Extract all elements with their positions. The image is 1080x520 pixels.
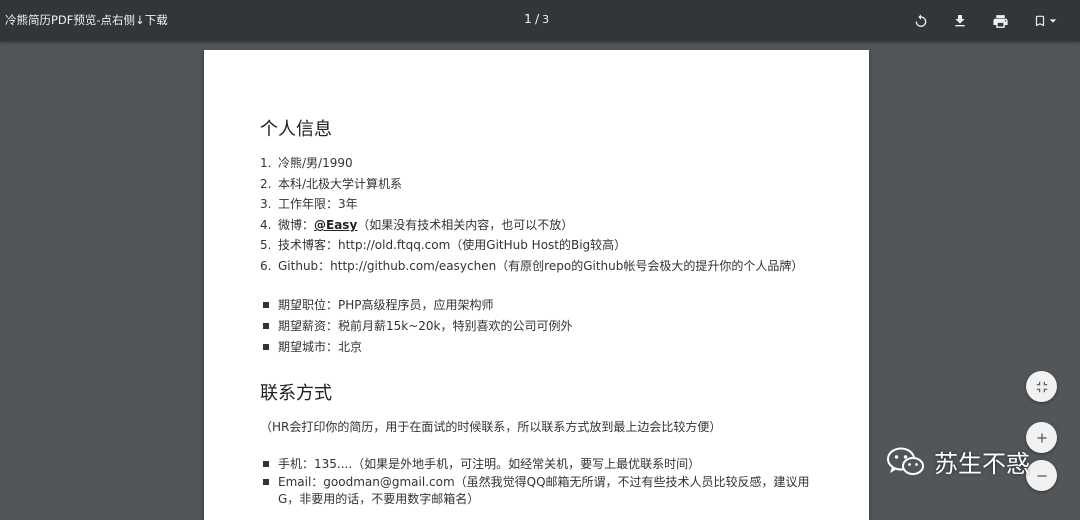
zoom-in-button[interactable]	[1026, 422, 1057, 453]
zoom-out-button[interactable]	[1026, 460, 1057, 491]
bullet	[263, 301, 269, 308]
watermark-text: 苏生不惑	[934, 450, 1030, 478]
section-title-personal-info: 个人信息	[260, 119, 332, 140]
info-item: 1. 冷熊/男/1990	[260, 156, 353, 170]
print-button[interactable]	[989, 10, 1011, 32]
watermark: 苏生不惑	[886, 444, 1030, 479]
contact-item-email: Email：goodman@gmail.com（虽然我觉得QQ邮箱无所谓，不过有…	[260, 474, 818, 508]
fit-page-icon	[1036, 381, 1047, 392]
bookmark-menu-button[interactable]	[1030, 10, 1060, 32]
info-item-github: 6. Github：http://github.com/easychen（有原创r…	[260, 259, 804, 273]
contact-item-phone: 手机：135....（如果是外地手机，可注明。如经常关机，要写上最优联系时间）	[260, 455, 700, 472]
zoom-in-icon	[1037, 433, 1046, 442]
weibo-link[interactable]: @Easy	[314, 218, 357, 232]
section-title-contact: 联系方式	[260, 383, 332, 404]
current-page-number[interactable]: 1	[524, 11, 532, 26]
chevron-down-icon	[1049, 19, 1057, 23]
pdf-page: 个人信息 1. 冷熊/男/1990 2. 本科/北极大学计算机系 3. 工作年限：3年…	[204, 50, 869, 520]
info-item: 2. 本科/北极大学计算机系	[260, 177, 403, 191]
wechat-icon	[887, 447, 924, 475]
zoom-out-icon	[1037, 474, 1046, 477]
page-indicator: 1/3	[524, 11, 549, 26]
contact-note: （HR会打印你的简历，用于在面试的时候联系，所以联系方式放到最上边会比较方便）	[260, 420, 722, 434]
expectation-item: 期望薪资：税前月薪15k~20k，特别喜欢的公司可例外	[260, 317, 573, 334]
info-item-weibo: 4. 微博：@Easy（如果没有技术相关内容，也可以不放）	[260, 218, 574, 232]
expectation-item: 期望职位：PHP高级程序员，应用架构师	[260, 296, 494, 313]
rotate-button[interactable]	[910, 10, 932, 32]
info-item: 3. 工作年限：3年	[260, 197, 358, 211]
bullet	[263, 478, 269, 485]
bookmark-icon	[1035, 15, 1045, 27]
bullet	[263, 460, 269, 467]
fit-page-button[interactable]	[1026, 371, 1057, 402]
document-title: 冷熊简历PDF预览-点右侧↓下载	[5, 13, 168, 27]
info-item-blog: 5. 技术博客：http://old.ftqq.com（使用GitHub Host…	[260, 238, 627, 252]
expectation-item: 期望城市：北京	[260, 338, 362, 355]
page-separator: /	[534, 11, 540, 26]
rotate-icon	[915, 14, 927, 27]
bullet	[263, 343, 269, 350]
download-button[interactable]	[949, 10, 971, 32]
bullet	[263, 322, 269, 329]
download-icon	[955, 15, 965, 27]
pdf-toolbar: 冷熊简历PDF预览-点右侧↓下载 1/3	[0, 0, 1080, 41]
total-pages: 3	[542, 13, 550, 26]
print-icon	[992, 14, 1008, 28]
